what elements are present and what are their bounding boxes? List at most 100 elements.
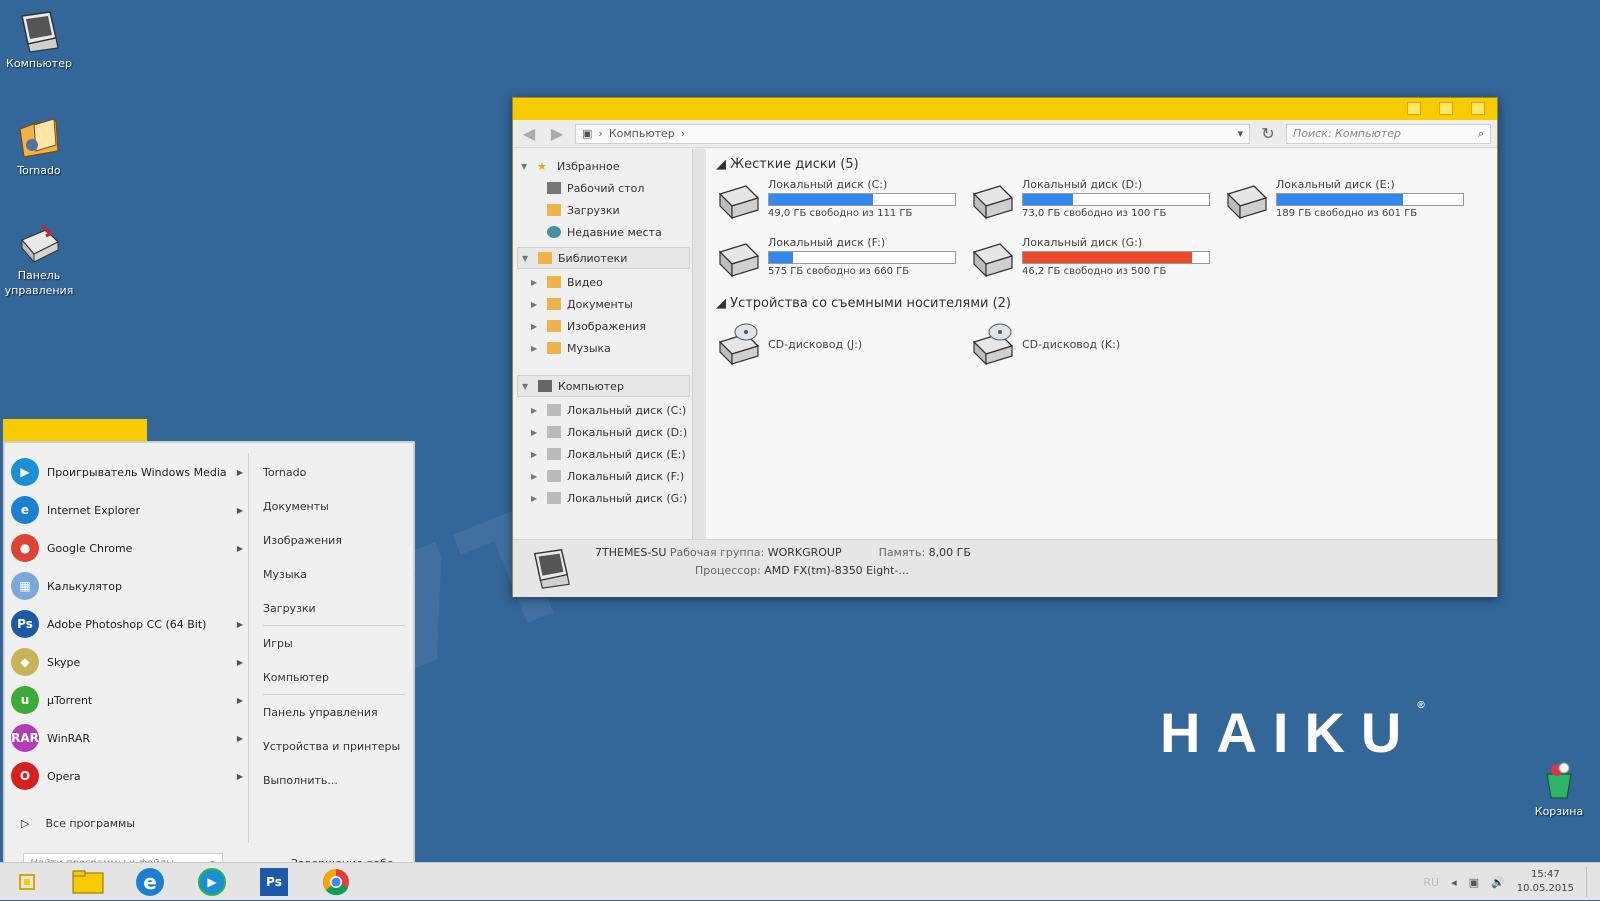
start-place-item[interactable]: Игры (263, 636, 405, 651)
ie-icon: e (136, 868, 164, 896)
nav-downloads[interactable]: Загрузки (513, 199, 706, 221)
navigation-pane: ▼ ★ Избранное Рабочий стол Загрузки Недавн… (513, 149, 706, 539)
chevron-right-icon[interactable]: ▶ (237, 772, 243, 781)
taskbar-media-player[interactable]: ▶ (186, 865, 238, 899)
start-place-item[interactable]: Выполнить... (263, 773, 405, 788)
media-player-icon: ▶ (198, 868, 226, 896)
back-arrow-icon[interactable]: ◀ (519, 124, 539, 143)
drive-usage-fill (1277, 194, 1404, 205)
drive-tile[interactable]: Локальный диск (E:) 189 ГБ свободно из 60… (1224, 178, 1478, 232)
start-program-item[interactable]: ◆ Skype ▶ (11, 643, 247, 681)
network-icon[interactable]: ▣ (1469, 876, 1479, 889)
start-program-item[interactable]: Ps Adobe Photoshop CC (64 Bit) ▶ (11, 605, 247, 643)
search-icon[interactable]: ⌕ (1478, 127, 1484, 141)
start-place-item[interactable]: Панель управления (263, 705, 405, 720)
all-programs-button[interactable]: ▷ Все программы (21, 817, 135, 830)
chevron-right-icon[interactable]: ▶ (237, 658, 243, 667)
chevron-right-icon[interactable]: ▶ (531, 300, 541, 309)
start-place-item[interactable]: Загрузки (263, 601, 405, 616)
minimize-button[interactable] (1407, 102, 1421, 115)
cd-drive-tile[interactable]: CD-дисковод (J:) (716, 317, 970, 371)
drive-usage-fill (769, 194, 874, 205)
chevron-right-icon[interactable]: ▶ (531, 428, 541, 437)
hard-disks-header[interactable]: ◢ Жесткие диски (5) (716, 157, 1487, 172)
search-input[interactable]: Поиск: Компьютер ⌕ (1286, 123, 1491, 144)
chevron-right-icon[interactable]: ▶ (237, 696, 243, 705)
start-program-item[interactable]: ▶ Проигрыватель Windows Media ▶ (11, 453, 247, 491)
start-place-item[interactable]: Tornado (263, 465, 405, 480)
program-list: ▶ Проигрыватель Windows Media ▶ e Internet E… (11, 453, 247, 795)
chevron-right-icon[interactable]: ▶ (237, 734, 243, 743)
nav-computer[interactable]: ▼ Компьютер (517, 375, 690, 397)
chevron-right-icon[interactable]: ▶ (531, 344, 541, 353)
nav-drive-f[interactable]: ▶ Локальный диск (F:) (513, 465, 706, 487)
chevron-down-icon[interactable]: ▾ (1237, 127, 1243, 140)
start-program-item[interactable]: u µTorrent ▶ (11, 681, 247, 719)
chevron-right-icon[interactable]: ▶ (531, 450, 541, 459)
chevron-right-icon[interactable]: ▶ (531, 322, 541, 331)
opera-icon: O (11, 762, 39, 790)
start-place-item[interactable]: Изображения (263, 533, 405, 548)
drive-tile[interactable]: Локальный диск (G:) 46,2 ГБ свободно из 5… (970, 236, 1224, 290)
start-program-item[interactable]: ▦ Калькулятор (11, 567, 247, 605)
start-program-item[interactable]: ● Google Chrome ▶ (11, 529, 247, 567)
chevron-right-icon[interactable]: ▶ (531, 278, 541, 287)
language-indicator[interactable]: RU (1423, 876, 1439, 889)
start-program-item[interactable]: e Internet Explorer ▶ (11, 491, 247, 529)
chevron-right-icon[interactable]: ▶ (531, 494, 541, 503)
search-placeholder: Поиск: Компьютер (1293, 127, 1401, 140)
chevron-right-icon[interactable]: ▶ (531, 406, 541, 415)
taskbar-ie[interactable]: e (124, 865, 176, 899)
forward-arrow-icon[interactable]: ▶ (547, 124, 567, 143)
nav-favorites[interactable]: ▼ ★ Избранное (513, 155, 706, 177)
haiku-logo: HAIKU® (1160, 700, 1425, 765)
desktop-icon-control-panel[interactable]: Панель управления (0, 220, 78, 298)
chevron-right-icon[interactable]: ▶ (237, 506, 243, 515)
nav-documents[interactable]: ▶ Документы (513, 293, 706, 315)
taskbar-photoshop[interactable]: Ps (248, 865, 300, 899)
refresh-icon[interactable]: ↻ (1258, 124, 1278, 143)
start-place-item[interactable]: Устройства и принтеры (263, 739, 405, 754)
cd-drive-tile[interactable]: CD-дисковод (K:) (970, 317, 1224, 371)
desktop-icon-computer[interactable]: Компьютер (0, 8, 78, 71)
chevron-right-icon[interactable]: ▶ (237, 620, 243, 629)
address-bar[interactable]: ▣ › Компьютер › ▾ (575, 123, 1250, 144)
nav-video[interactable]: ▶ Видео (513, 271, 706, 293)
program-label: WinRAR (47, 731, 91, 745)
desktop-icon-label: Корзина (1534, 805, 1584, 818)
drive-tile[interactable]: Локальный диск (C:) 49,0 ГБ свободно из 1… (716, 178, 970, 232)
desktop-icon-tornado[interactable]: Tornado (0, 115, 78, 178)
desktop-icon-recycle-bin[interactable]: Корзина (1520, 758, 1598, 819)
window-titlebar[interactable] (513, 98, 1497, 120)
removable-header[interactable]: ◢ Устройства со съемными носителями (2) (716, 296, 1487, 311)
drive-tile[interactable]: Локальный диск (D:) 73,0 ГБ свободно из 1… (970, 178, 1224, 232)
nav-recent[interactable]: Недавние места (513, 221, 706, 243)
nav-drive-e[interactable]: ▶ Локальный диск (E:) (513, 443, 706, 465)
chevron-right-icon[interactable]: ▶ (237, 468, 243, 477)
nav-desktop[interactable]: Рабочий стол (513, 177, 706, 199)
start-program-item[interactable]: RAR WinRAR ▶ (11, 719, 247, 757)
chevron-left-icon[interactable]: ◂ (1451, 876, 1457, 889)
start-place-item[interactable]: Документы (263, 499, 405, 514)
clock[interactable]: 15:47 10.05.2015 (1517, 868, 1574, 896)
nav-music[interactable]: ▶ Музыка (513, 337, 706, 359)
taskbar-chrome[interactable] (310, 865, 362, 899)
navigation-scrollbar[interactable] (692, 149, 706, 539)
start-place-item[interactable]: Музыка (263, 567, 405, 582)
start-button[interactable] (2, 865, 52, 899)
maximize-button[interactable] (1439, 102, 1453, 115)
taskbar-explorer[interactable] (62, 865, 114, 899)
nav-drive-c[interactable]: ▶ Локальный диск (C:) (513, 399, 706, 421)
start-place-item[interactable]: Компьютер (263, 670, 405, 685)
drive-tile[interactable]: Локальный диск (F:) 575 ГБ свободно из 66… (716, 236, 970, 290)
start-program-item[interactable]: O Opera ▶ (11, 757, 247, 795)
nav-drive-g[interactable]: ▶ Локальный диск (G:) (513, 487, 706, 509)
nav-libraries[interactable]: ▼ Библиотеки (517, 247, 690, 269)
show-desktop-button[interactable] (1586, 867, 1592, 897)
close-button[interactable] (1471, 102, 1485, 115)
nav-pictures[interactable]: ▶ Изображения (513, 315, 706, 337)
nav-drive-d[interactable]: ▶ Локальный диск (D:) (513, 421, 706, 443)
volume-icon[interactable]: 🔊 (1491, 876, 1505, 889)
chevron-right-icon[interactable]: ▶ (531, 472, 541, 481)
chevron-right-icon[interactable]: ▶ (237, 544, 243, 553)
